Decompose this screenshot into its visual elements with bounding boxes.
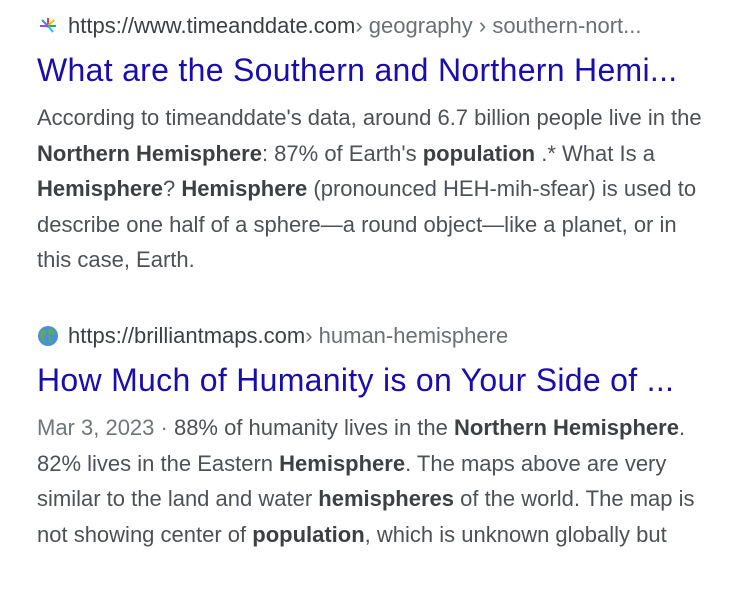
result-snippet: Mar 3, 2023 · 88% of humanity lives in t…: [37, 410, 709, 560]
highlighted-term: Hemisphere: [181, 176, 308, 201]
url-domain: https://brilliantmaps.com: [68, 323, 306, 348]
result-url[interactable]: https://www.timeanddate.com › geography …: [37, 8, 717, 44]
snippet-text: According to timeanddate's data, around …: [37, 105, 702, 130]
highlighted-term: hemispheres: [318, 486, 454, 511]
search-result: https://www.timeanddate.com › geography …: [37, 8, 717, 278]
result-url[interactable]: https://brilliantmaps.com › human-hemisp…: [37, 318, 717, 354]
url-breadcrumb: › geography › southern-nort...: [355, 13, 642, 38]
snippet-text: : 87% of Earth's: [261, 140, 423, 166]
url-breadcrumb: › human-hemisphere: [305, 323, 509, 348]
result-snippet: According to timeanddate's data, around …: [37, 100, 709, 278]
result-title-link[interactable]: What are the Southern and Northern Hemi.…: [37, 48, 709, 92]
highlighted-term: Northern Hemisphere: [454, 415, 679, 440]
highlighted-term: population: [422, 140, 536, 166]
globe-icon: [38, 326, 58, 346]
result-title-link[interactable]: How Much of Humanity is on Your Side of …: [37, 358, 709, 402]
search-result: https://brilliantmaps.com › human-hemisp…: [37, 318, 717, 560]
snippet-text: 88% of humanity lives in the: [173, 415, 454, 440]
snippet-text: ?: [162, 176, 182, 201]
result-date: Mar 3, 2023 ·: [37, 415, 174, 440]
url-domain: https://www.timeanddate.com: [68, 13, 356, 38]
highlighted-term: Hemisphere: [37, 176, 163, 201]
timeanddate-favicon: [40, 18, 56, 33]
highlighted-term: population: [252, 521, 365, 547]
highlighted-term: Hemisphere: [279, 450, 406, 476]
snippet-text: .* What Is a: [535, 140, 655, 166]
highlighted-term: Northern Hemisphere: [37, 140, 262, 166]
